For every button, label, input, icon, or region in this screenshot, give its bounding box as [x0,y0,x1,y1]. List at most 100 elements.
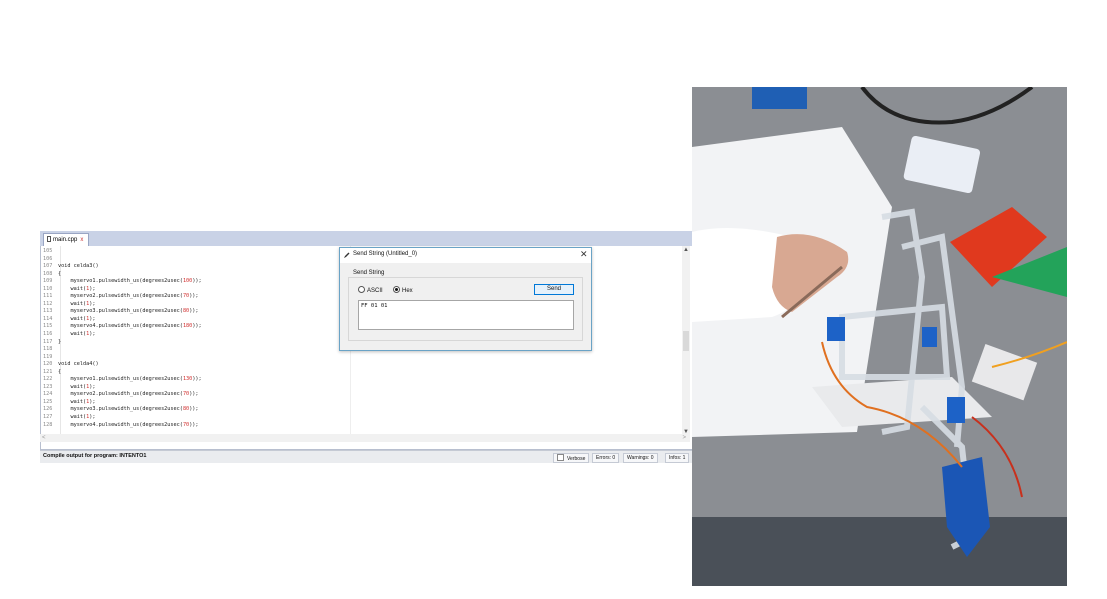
line-number: 114 [43,315,53,322]
code-text: myservo4.pulsewidth_us(degrees2usec( [58,421,183,428]
code-text: )); [192,278,202,285]
line-number: 115 [43,323,53,330]
code-line: 120 void celda4() [43,361,343,369]
robot-arm-photo [692,87,1067,586]
radio-ascii-dot[interactable] [358,286,365,293]
code-text: } [58,338,62,345]
code-text: ); [89,414,96,421]
code-line: 105 [43,248,343,256]
radio-hex[interactable]: Hex [393,286,413,294]
scrollbar-thumb[interactable] [683,331,689,351]
code-text: myservo1.pulsewidth_us(degrees2usec( [58,278,183,285]
code-text: wait( [58,300,87,307]
code-text: )); [189,421,199,428]
scroll-left-icon[interactable]: < [42,434,46,442]
tab-main-cpp[interactable]: main.cpp x [43,233,89,246]
scroll-right-icon[interactable]: > [682,434,686,442]
code-line: 107 void celda3() [43,263,343,271]
code-text: void celda4() [58,361,99,368]
code-text: wait( [58,414,87,421]
code-text: myservo2.pulsewidth_us(degrees2usec( [58,391,183,398]
line-number: 105 [43,248,53,254]
send-button[interactable]: Send [534,284,574,295]
code-text: wait( [58,398,87,405]
code-text: )); [189,293,199,300]
line-number: 128 [43,421,53,428]
servo-2 [922,327,937,347]
code-text: wait( [58,315,87,322]
line-number: 120 [43,361,53,368]
code-line: 126 myservo3.pulsewidth_us(degrees2usec(… [43,406,343,414]
send-string-group-label: Send String [353,270,385,276]
servo-1 [827,317,845,341]
line-number: 117 [43,338,53,345]
code-text: ); [89,315,96,322]
line-number: 112 [43,300,53,307]
code-line: 106 [43,256,343,264]
radio-ascii[interactable]: ASCII [358,286,383,294]
line-number: 113 [43,308,53,315]
verbose-label: Verbose [567,456,586,462]
line-number: 125 [43,398,53,405]
code-line: 110 wait(1); [43,286,343,294]
line-number: 109 [43,278,53,285]
horizontal-scrollbar[interactable]: < > [40,434,690,442]
code-line: 113 myservo3.pulsewidth_us(degrees2usec(… [43,308,343,316]
code-line: 125 wait(1); [43,399,343,407]
close-icon[interactable]: ✕ [580,249,588,260]
line-number: 107 [43,263,53,270]
numeric-literal: 180 [182,323,193,330]
send-string-dialog: Send String (Untitled_0) ✕ Send String A… [339,247,592,351]
line-number: 122 [43,376,53,383]
compile-output-bar: Compile output for program: INTENTO1 Ver… [40,450,692,463]
code-line: 116 wait(1); [43,331,343,339]
code-text: ); [89,383,96,390]
code-line: 111 myservo2.pulsewidth_us(degrees2usec(… [43,293,343,301]
code-text: )); [189,308,199,315]
code-text: )); [189,406,199,413]
scroll-up-icon[interactable]: ▲ [682,246,690,254]
code-text: myservo2.pulsewidth_us(degrees2usec( [58,293,183,300]
code-line: 117} [43,339,343,347]
code-line: 112 wait(1); [43,301,343,309]
line-number: 124 [43,391,53,398]
line-number: 119 [43,353,53,360]
dialog-title-bar[interactable]: Send String (Untitled_0) ✕ [340,248,591,263]
code-line: 115 myservo4.pulsewidth_us(degrees2usec(… [43,323,343,331]
line-number: 127 [43,414,53,421]
line-number: 108 [43,270,53,277]
radio-hex-dot[interactable] [393,286,400,293]
line-number: 106 [43,255,53,262]
infos-count[interactable]: Infos: 1 [665,453,690,463]
line-number: 126 [43,406,53,413]
code-text: ); [89,285,96,292]
errors-count[interactable]: Errors: 0 [592,453,620,463]
line-number: 116 [43,331,53,338]
warnings-count[interactable]: Warnings: 0 [623,453,658,463]
radio-hex-label: Hex [402,288,413,294]
file-icon [47,236,51,242]
send-string-input[interactable]: FF 01 01 [358,300,574,330]
verbose-toggle[interactable]: Verbose [553,453,590,463]
code-line: 108 { [43,271,343,279]
tab-label: main.cpp [53,237,78,243]
line-number: 121 [43,368,53,375]
code-line: 123 wait(1); [43,384,343,392]
verbose-checkbox[interactable] [557,454,564,461]
code-text: { [58,368,62,375]
code-text: )); [192,323,202,330]
code-lines: 105 106 107 void celda3() 108 {109 myservo1.p… [43,248,343,429]
code-text: myservo3.pulsewidth_us(degrees2usec( [58,406,183,413]
tab-close-icon[interactable]: x [80,237,83,243]
code-text: ); [89,300,96,307]
code-text: )); [189,391,199,398]
code-line: 114 wait(1); [43,316,343,324]
vertical-scrollbar[interactable]: ▲ ▼ [682,246,690,436]
editor-tab-bar: main.cpp x [40,231,692,246]
numeric-literal: 130 [182,376,193,383]
line-number: 118 [43,346,53,353]
code-line: 119 [43,354,343,362]
code-text: wait( [58,383,87,390]
pen-icon [344,252,350,258]
code-text: myservo3.pulsewidth_us(degrees2usec( [58,308,183,315]
